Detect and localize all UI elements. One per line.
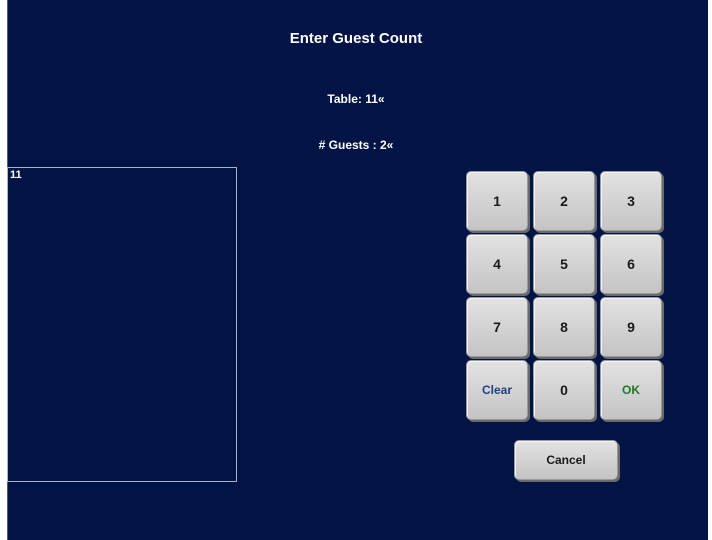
guest-count-label: # Guests : 2« <box>318 138 394 152</box>
key-5-button[interactable]: 5 <box>533 234 595 294</box>
key-7-button[interactable]: 7 <box>466 297 528 357</box>
dialog-title: Enter Guest Count <box>289 30 423 47</box>
key-4-button[interactable]: 4 <box>466 234 528 294</box>
key-2-button[interactable]: 2 <box>533 171 595 231</box>
cancel-button[interactable]: Cancel <box>514 440 618 480</box>
clear-button[interactable]: Clear <box>466 360 528 420</box>
key-0-button[interactable]: 0 <box>533 360 595 420</box>
key-9-button[interactable]: 9 <box>600 297 662 357</box>
table-list-panel: 11 <box>7 167 237 482</box>
list-item[interactable]: 11 <box>10 169 22 181</box>
key-1-button[interactable]: 1 <box>466 171 528 231</box>
table-label: Table: 11« <box>327 92 385 106</box>
key-6-button[interactable]: 6 <box>600 234 662 294</box>
ok-button[interactable]: OK <box>600 360 662 420</box>
key-8-button[interactable]: 8 <box>533 297 595 357</box>
key-3-button[interactable]: 3 <box>600 171 662 231</box>
